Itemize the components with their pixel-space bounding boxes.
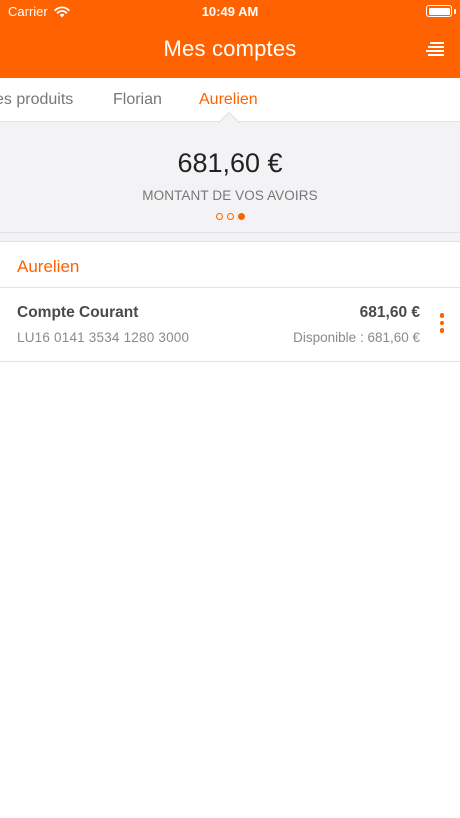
section-title: Aurelien — [17, 257, 80, 276]
account-available: Disponible : 681,60 € — [293, 330, 420, 345]
tab-products[interactable]: es produits — [0, 91, 73, 109]
account-balance: 681,60 € — [359, 304, 420, 321]
total-balance: 681,60 € — [177, 148, 283, 178]
total-balance-label: MONTANT DE VOS AVOIRS — [142, 188, 318, 203]
menu-icon[interactable] — [426, 41, 444, 57]
page-title: Mes comptes — [163, 36, 297, 61]
page-dot[interactable] — [226, 213, 234, 220]
section-header: Aurelien — [0, 241, 460, 288]
tab-aurelien[interactable]: Aurelien — [199, 91, 258, 109]
battery-icon — [426, 5, 452, 17]
page-dot-active[interactable] — [237, 213, 245, 220]
app-header: Carrier 10:49 AM Mes comptes — [0, 0, 460, 78]
more-vertical-icon[interactable] — [438, 313, 446, 335]
balance-summary: 681,60 € MONTANT DE VOS AVOIRS — [0, 122, 460, 233]
page-dot[interactable] — [215, 213, 223, 220]
account-iban: LU16 0141 3534 1280 3000 — [17, 330, 190, 345]
account-row[interactable]: Compte Courant LU16 0141 3534 1280 3000 … — [0, 288, 460, 362]
account-name: Compte Courant — [17, 304, 139, 321]
status-time: 10:49 AM — [201, 4, 259, 19]
tab-florian[interactable]: Florian — [113, 91, 162, 109]
status-bar: Carrier 10:49 AM — [0, 0, 460, 24]
page-indicator — [0, 213, 460, 220]
battery-tip — [454, 8, 456, 14]
section-divider — [0, 233, 460, 241]
